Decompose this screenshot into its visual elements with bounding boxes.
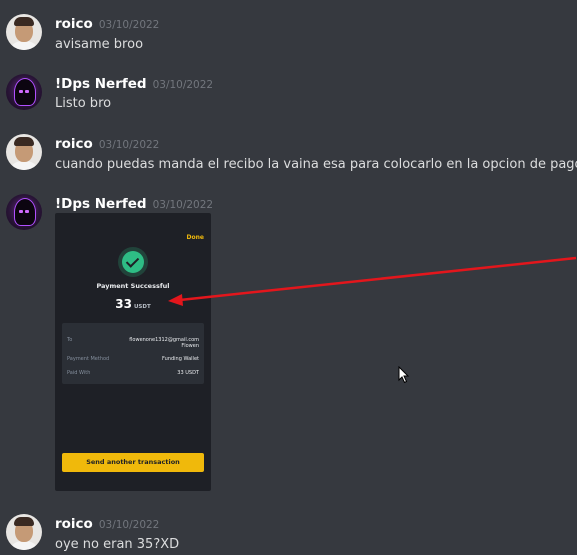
mouse-cursor-icon [398,366,410,384]
message-timestamp: 03/10/2022 [98,519,160,531]
red-arrow-annotation [168,256,577,306]
message-text: oye no eran 35?XD [55,537,180,552]
avatar[interactable] [6,514,42,550]
message-author[interactable]: roico 03/10/2022 [55,516,159,532]
